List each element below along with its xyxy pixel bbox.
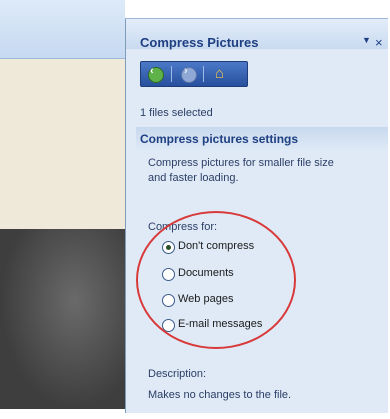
home-button[interactable]: ⌂: [213, 65, 231, 83]
task-pane-title: Compress Pictures: [140, 35, 259, 50]
description-label: Description:: [148, 368, 207, 380]
settings-description-line1: Compress pictures for smaller file size: [148, 157, 334, 169]
forward-button[interactable]: ›: [179, 65, 197, 83]
document-page-area: [0, 59, 125, 229]
task-pane-header: Compress Pictures ▼ ×: [126, 19, 388, 50]
back-button[interactable]: ‹: [146, 65, 164, 83]
screenshot-frame: Compress Pictures ▼ × ‹ › ⌂ 1 files sele…: [0, 0, 390, 419]
nav-divider: [203, 66, 204, 82]
compress-pictures-task-pane: Compress Pictures ▼ × ‹ › ⌂ 1 files sele…: [125, 18, 388, 413]
task-pane-nav-bar: ‹ › ⌂: [140, 61, 248, 87]
close-icon[interactable]: ×: [375, 35, 383, 50]
settings-section-title: Compress pictures settings: [140, 132, 299, 146]
settings-description-line2: and faster loading.: [148, 172, 239, 184]
settings-section-header: Compress pictures settings: [136, 127, 388, 151]
pane-options-dropdown-icon[interactable]: ▼: [362, 35, 371, 45]
annotation-ellipse: [136, 211, 296, 349]
document-picture: [0, 229, 125, 409]
nav-divider: [171, 66, 172, 82]
description-text: Makes no changes to the file.: [148, 389, 292, 401]
document-ribbon-area: [0, 0, 125, 59]
files-selected-count: 1 files selected: [140, 107, 213, 119]
home-icon: ⌂: [215, 65, 225, 82]
